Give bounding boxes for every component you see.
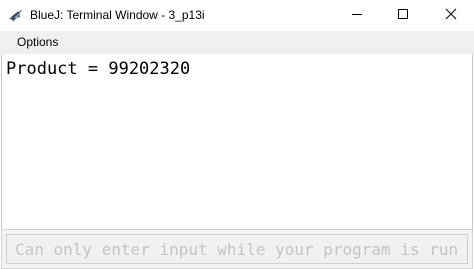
terminal-input-field[interactable] [6,234,468,264]
menu-bar: Options [0,31,474,54]
close-icon [445,7,457,25]
input-area [1,229,473,269]
close-button[interactable] [428,0,474,31]
terminal-window: BlueJ: Terminal Window - 3_p13i Options … [0,0,474,269]
maximize-button[interactable] [380,0,426,31]
maximize-icon [397,7,409,25]
minimize-icon [351,7,363,25]
bluej-bird-icon [8,8,24,24]
terminal-output[interactable]: Product = 99202320 [1,54,473,229]
menu-options[interactable]: Options [10,31,65,54]
minimize-button[interactable] [334,0,380,31]
output-line: Product = 99202320 [6,59,191,79]
window-title: BlueJ: Terminal Window - 3_p13i [30,8,205,22]
title-bar[interactable]: BlueJ: Terminal Window - 3_p13i [0,0,474,31]
